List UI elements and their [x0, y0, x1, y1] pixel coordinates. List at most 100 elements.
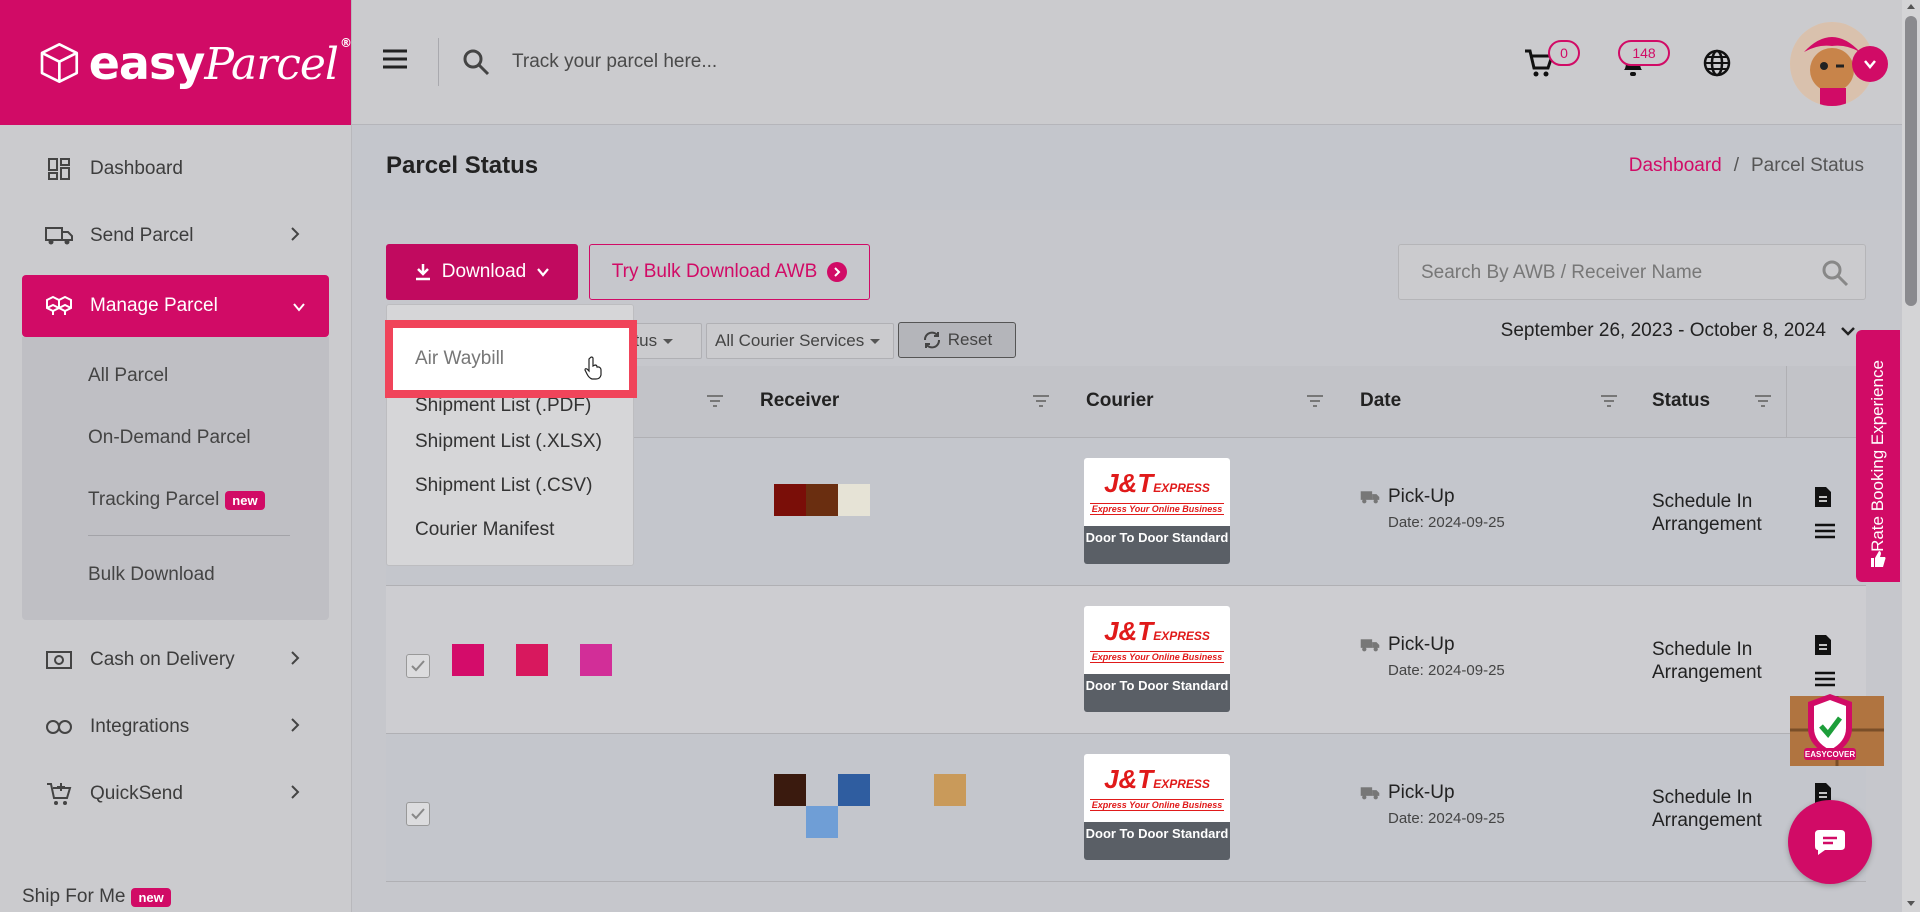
sidebar-item-label: QuickSend	[90, 782, 183, 804]
jt-express-logo: J&TEXPRESS Express Your Online Business	[1084, 606, 1230, 674]
status-cell: Schedule In Arrangement	[1652, 491, 1762, 535]
scroll-up-arrow-icon[interactable]	[1906, 2, 1916, 10]
dropdown-item-courier-manifest[interactable]: Courier Manifest	[415, 519, 554, 541]
sidebar-subitem-all-parcel[interactable]: All Parcel	[88, 345, 329, 407]
rate-booking-experience-tab[interactable]: Rate Booking Experience	[1856, 330, 1900, 582]
sidebar-item-cash-on-delivery[interactable]: Cash on Delivery	[0, 626, 351, 693]
sort-icon[interactable]	[1600, 394, 1618, 408]
scroll-down-arrow-icon[interactable]	[1906, 900, 1916, 908]
column-header-date[interactable]: Date	[1360, 390, 1401, 412]
sidebar-subitem-bulk-download[interactable]: Bulk Download	[88, 544, 329, 606]
sidebar-item-label: Cash on Delivery	[90, 648, 235, 670]
breadcrumb-current: Parcel Status	[1751, 155, 1864, 176]
submenu-divider	[88, 535, 290, 536]
receiver-redacted-block	[774, 774, 806, 806]
bulk-download-awb-button[interactable]: Try Bulk Download AWB	[589, 244, 870, 300]
courier-tagline: Express Your Online Business	[1089, 650, 1225, 663]
new-badge: new	[131, 887, 171, 907]
pickup-label: Pick-Up	[1388, 782, 1455, 803]
pickup-date: Date: 2024-09-25	[1388, 514, 1505, 531]
sort-icon[interactable]	[1032, 394, 1050, 408]
date-range-label: September 26, 2023 - October 8, 2024	[1500, 320, 1826, 341]
awb-search-input[interactable]	[1421, 259, 1801, 287]
refresh-icon	[923, 331, 940, 349]
pickup-label: Pick-Up	[1388, 634, 1455, 655]
dropdown-item-shipment-list-xlsx[interactable]: Shipment List (.XLSX)	[415, 431, 602, 453]
courier-name: J&T	[1104, 615, 1154, 646]
date-range-picker[interactable]: September 26, 2023 - October 8, 2024	[1501, 320, 1856, 342]
service-type-label: Door To Door Standard	[1084, 526, 1230, 564]
download-button[interactable]: Download	[386, 244, 578, 300]
courier-logo: J&TEXPRESS Express Your Online Business …	[1084, 754, 1230, 860]
sort-icon[interactable]	[1306, 394, 1324, 408]
easycover-logo-text: EASYCOVER	[1805, 750, 1855, 759]
sidebar-subitem-tracking-parcel[interactable]: Tracking Parcel new	[88, 469, 329, 531]
chevron-down-icon	[293, 303, 305, 312]
column-header-status[interactable]: Status	[1652, 390, 1710, 412]
receiver-redacted-block	[806, 484, 838, 516]
column-header-receiver[interactable]: Receiver	[760, 390, 839, 412]
column-divider	[1786, 366, 1787, 438]
courier-tagline: Express Your Online Business	[1089, 798, 1225, 811]
account-menu-chevron[interactable]	[1852, 46, 1888, 82]
brand-name: easyParcel ®	[88, 35, 352, 90]
dashboard-icon	[44, 157, 74, 181]
sidebar-item-label: Ship For Me	[22, 886, 126, 907]
search-icon[interactable]	[1821, 259, 1849, 287]
hamburger-menu-icon[interactable]	[382, 48, 408, 70]
dropdown-item-shipment-list-pdf[interactable]: Shipment List (.PDF)	[415, 395, 591, 417]
breadcrumb: Dashboard / Parcel Status	[1629, 155, 1864, 177]
reset-label: Reset	[947, 330, 993, 349]
row-checkbox[interactable]	[406, 654, 430, 678]
globe-icon[interactable]	[1702, 48, 1732, 78]
sort-icon[interactable]	[1754, 394, 1772, 408]
sidebar-item-manage-parcel[interactable]: Manage Parcel	[22, 275, 329, 337]
download-icon	[415, 264, 430, 281]
table-row[interactable]: J&TEXPRESS Express Your Online Business …	[386, 586, 1866, 734]
brand-logo[interactable]: easyParcel ®	[0, 0, 352, 125]
sidebar-item-ship-for-me[interactable]: Ship For Me new	[22, 886, 171, 908]
pickup-label: Pick-Up	[1388, 486, 1455, 507]
courier-tagline: Express Your Online Business	[1089, 502, 1225, 515]
new-badge: new	[225, 490, 265, 510]
cart-count-badge: 0	[1548, 40, 1580, 66]
sidebar-item-quicksend[interactable]: QuickSend	[0, 760, 351, 827]
truck-icon	[44, 224, 74, 248]
breadcrumb-separator: /	[1733, 155, 1739, 176]
breadcrumb-dashboard-link[interactable]: Dashboard	[1629, 155, 1722, 177]
chevron-right-icon	[291, 651, 300, 665]
menu-lines-icon[interactable]	[1814, 671, 1836, 687]
search-icon	[463, 49, 490, 76]
document-icon[interactable]	[1814, 486, 1832, 508]
courier-filter-select[interactable]: All Courier Services	[706, 323, 894, 359]
status-cell: Schedule In Arrangement	[1652, 639, 1762, 683]
sidebar-item-send-parcel[interactable]: Send Parcel	[0, 202, 351, 269]
reset-button[interactable]: Reset	[898, 322, 1016, 358]
hand-cursor-icon	[584, 356, 602, 380]
caret-down-icon	[870, 338, 881, 344]
receiver-redacted-block	[516, 644, 548, 676]
sidebar-item-dashboard[interactable]: Dashboard	[0, 135, 351, 202]
subitem-label: All Parcel	[88, 365, 169, 386]
chevron-down-icon	[1864, 60, 1876, 69]
sidebar-item-integrations[interactable]: Integrations	[0, 693, 351, 760]
row-checkbox[interactable]	[406, 802, 430, 826]
easycover-badge[interactable]: EASYCOVER	[1790, 692, 1884, 768]
page-scrollbar[interactable]	[1902, 0, 1920, 912]
receiver-redacted-block	[452, 644, 484, 676]
scrollbar-thumb[interactable]	[1905, 16, 1917, 306]
table-row[interactable]: J&TEXPRESS Express Your Online Business …	[386, 734, 1866, 882]
track-parcel-input[interactable]	[512, 44, 972, 80]
subitem-label: On-Demand Parcel	[88, 427, 251, 448]
receiver-redacted-block	[580, 644, 612, 676]
check-icon	[411, 808, 425, 820]
dropdown-item-shipment-list-csv[interactable]: Shipment List (.CSV)	[415, 475, 592, 497]
column-header-courier[interactable]: Courier	[1086, 390, 1154, 412]
chat-button[interactable]	[1788, 800, 1872, 884]
sidebar-subitem-on-demand-parcel[interactable]: On-Demand Parcel	[88, 407, 329, 469]
courier-name: J&T	[1104, 467, 1154, 498]
document-icon[interactable]	[1814, 634, 1832, 656]
thumbs-up-icon	[1871, 551, 1886, 567]
sort-icon[interactable]	[706, 394, 724, 408]
menu-lines-icon[interactable]	[1814, 523, 1836, 539]
